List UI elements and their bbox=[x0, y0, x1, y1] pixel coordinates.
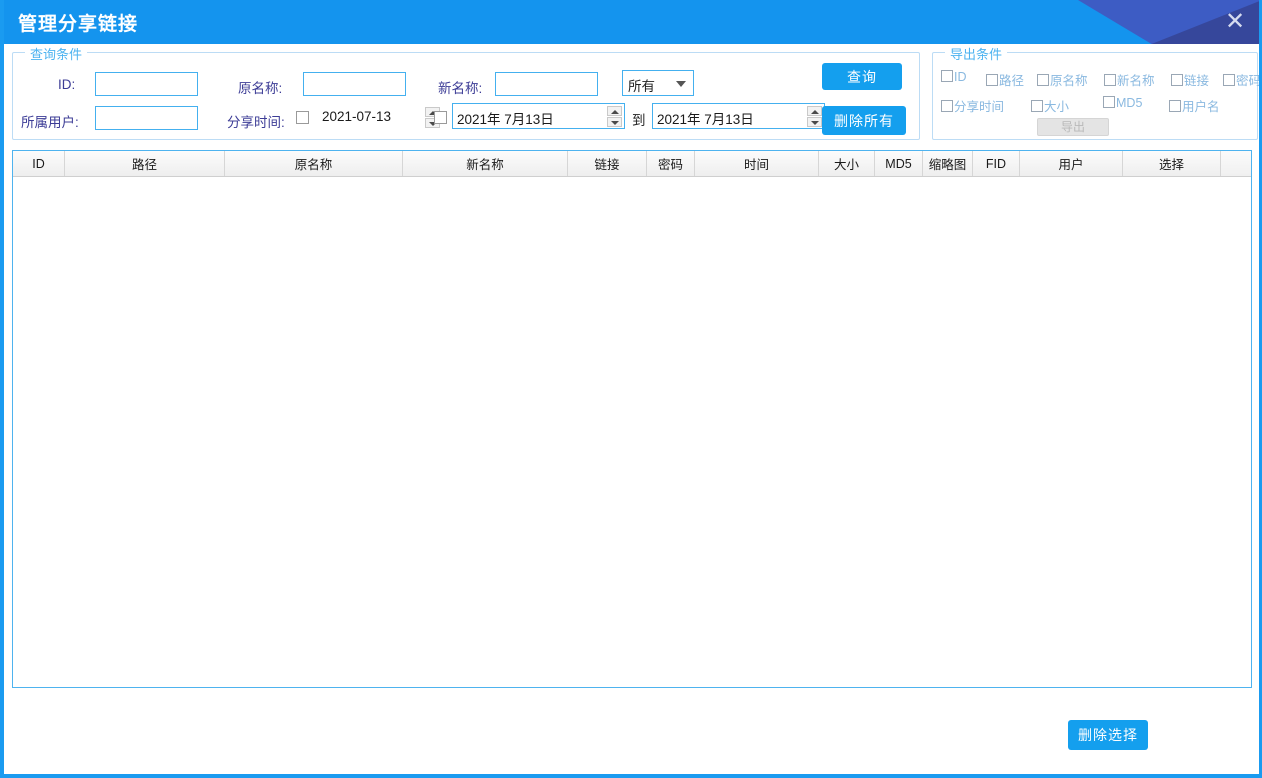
export-checkbox-id[interactable]: ID bbox=[941, 70, 967, 84]
export-checkbox-md5-label: MD5 bbox=[1116, 96, 1142, 110]
table-column-header[interactable]: 原名称 bbox=[225, 151, 403, 176]
date-from-spin-up-icon[interactable] bbox=[607, 106, 622, 116]
checkbox-icon[interactable] bbox=[941, 70, 953, 82]
export-checkbox-password[interactable]: 密码 bbox=[1223, 70, 1261, 89]
checkbox-icon[interactable] bbox=[1169, 100, 1181, 112]
checkbox-icon[interactable] bbox=[1103, 96, 1115, 108]
share-time-label: 分享时间: bbox=[227, 111, 285, 131]
scope-select-value: 所有 bbox=[628, 75, 655, 95]
window-title: 管理分享链接 bbox=[18, 9, 138, 36]
export-checkbox-md5[interactable]: MD5 bbox=[1103, 96, 1142, 110]
table-column-header[interactable]: MD5 bbox=[875, 151, 923, 176]
export-checkbox-path[interactable]: 路径 bbox=[986, 70, 1024, 89]
export-checkbox-orig-name-label: 原名称 bbox=[1050, 74, 1088, 88]
share-time-checkbox-1[interactable] bbox=[296, 111, 309, 124]
checkbox-icon[interactable] bbox=[1104, 74, 1116, 86]
delete-all-button[interactable]: 删除所有 bbox=[822, 106, 906, 135]
checkbox-icon[interactable] bbox=[941, 100, 953, 112]
export-checkbox-link[interactable]: 链接 bbox=[1171, 70, 1209, 89]
export-checkbox-password-label: 密码 bbox=[1236, 74, 1261, 88]
export-checkbox-username-label: 用户名 bbox=[1182, 100, 1220, 114]
title-bar: 管理分享链接 ✕ bbox=[0, 0, 1262, 44]
table-column-header[interactable]: 缩略图 bbox=[923, 151, 973, 176]
table-column-header[interactable]: 用户 bbox=[1020, 151, 1123, 176]
id-label: ID: bbox=[58, 77, 75, 92]
chevron-down-icon bbox=[676, 81, 686, 87]
date-simple-value: 2021-07-13 bbox=[322, 109, 391, 124]
checkbox-icon[interactable] bbox=[1171, 74, 1183, 86]
owner-label: 所属用户: bbox=[21, 111, 79, 131]
query-button[interactable]: 查询 bbox=[822, 63, 902, 90]
date-to-spin-down-icon[interactable] bbox=[807, 117, 822, 127]
table-header-row: ID路径原名称新名称链接密码时间大小MD5缩略图FID用户选择 bbox=[13, 151, 1251, 177]
delete-selected-button[interactable]: 删除选择 bbox=[1068, 720, 1148, 750]
date-to-field[interactable]: 2021年 7月13日 bbox=[652, 103, 825, 129]
export-checkbox-path-label: 路径 bbox=[999, 74, 1024, 88]
share-time-checkbox-2[interactable] bbox=[434, 111, 447, 124]
app-window: 管理分享链接 ✕ 查询条件 ID: 所属用户: 原名称: 分享时间: 2021-… bbox=[0, 0, 1262, 778]
export-checkbox-size[interactable]: 大小 bbox=[1031, 96, 1069, 115]
date-range-separator-label: 到 bbox=[632, 109, 646, 129]
date-from-spinner[interactable] bbox=[607, 106, 622, 127]
checkbox-icon[interactable] bbox=[1223, 74, 1235, 86]
table-column-header[interactable]: FID bbox=[973, 151, 1020, 176]
table-column-header[interactable]: ID bbox=[13, 151, 65, 176]
export-checkbox-new-name[interactable]: 新名称 bbox=[1104, 70, 1155, 89]
checkbox-icon[interactable] bbox=[1031, 100, 1043, 112]
close-icon[interactable]: ✕ bbox=[1222, 9, 1248, 35]
date-to-spinner[interactable] bbox=[807, 106, 822, 127]
export-checkbox-orig-name[interactable]: 原名称 bbox=[1037, 70, 1088, 89]
scope-select[interactable]: 所有 bbox=[622, 70, 694, 96]
owner-input[interactable] bbox=[95, 106, 198, 130]
table-column-header[interactable]: 链接 bbox=[568, 151, 647, 176]
checkbox-icon[interactable] bbox=[1037, 74, 1049, 86]
table-column-header[interactable]: 密码 bbox=[647, 151, 695, 176]
date-from-field[interactable]: 2021年 7月13日 bbox=[452, 103, 625, 129]
share-links-table: ID路径原名称新名称链接密码时间大小MD5缩略图FID用户选择 bbox=[12, 150, 1252, 688]
export-checkbox-id-label: ID bbox=[954, 70, 967, 84]
date-from-spin-down-icon[interactable] bbox=[607, 117, 622, 127]
date-simple-field[interactable]: 2021-07-13 bbox=[318, 105, 418, 131]
export-checkbox-size-label: 大小 bbox=[1044, 100, 1069, 114]
export-checkbox-username[interactable]: 用户名 bbox=[1169, 96, 1220, 115]
table-column-header[interactable]: 选择 bbox=[1123, 151, 1221, 176]
date-to-value: 2021年 7月13日 bbox=[657, 108, 754, 128]
export-checkbox-new-name-label: 新名称 bbox=[1117, 74, 1155, 88]
export-button[interactable]: 导出 bbox=[1037, 118, 1109, 136]
export-checkbox-share-time-label: 分享时间 bbox=[954, 100, 1004, 114]
orig-name-label: 原名称: bbox=[238, 77, 282, 97]
table-column-header[interactable]: 大小 bbox=[819, 151, 875, 176]
date-to-spin-up-icon[interactable] bbox=[807, 106, 822, 116]
export-checkbox-share-time[interactable]: 分享时间 bbox=[941, 96, 1004, 115]
orig-name-input[interactable] bbox=[303, 72, 406, 96]
new-name-label: 新名称: bbox=[438, 77, 482, 97]
id-input[interactable] bbox=[95, 72, 198, 96]
query-conditions-legend: 查询条件 bbox=[25, 44, 87, 63]
table-column-header[interactable]: 时间 bbox=[695, 151, 819, 176]
checkbox-icon[interactable] bbox=[986, 74, 998, 86]
export-checkbox-link-label: 链接 bbox=[1184, 74, 1209, 88]
table-column-header[interactable]: 新名称 bbox=[403, 151, 568, 176]
table-body bbox=[13, 177, 1251, 687]
query-conditions-panel: 查询条件 ID: 所属用户: 原名称: 分享时间: 2021-07-13 新名称… bbox=[12, 52, 920, 140]
table-column-header[interactable]: 路径 bbox=[65, 151, 225, 176]
export-conditions-legend: 导出条件 bbox=[945, 44, 1007, 63]
new-name-input[interactable] bbox=[495, 72, 598, 96]
date-from-value: 2021年 7月13日 bbox=[457, 108, 554, 128]
